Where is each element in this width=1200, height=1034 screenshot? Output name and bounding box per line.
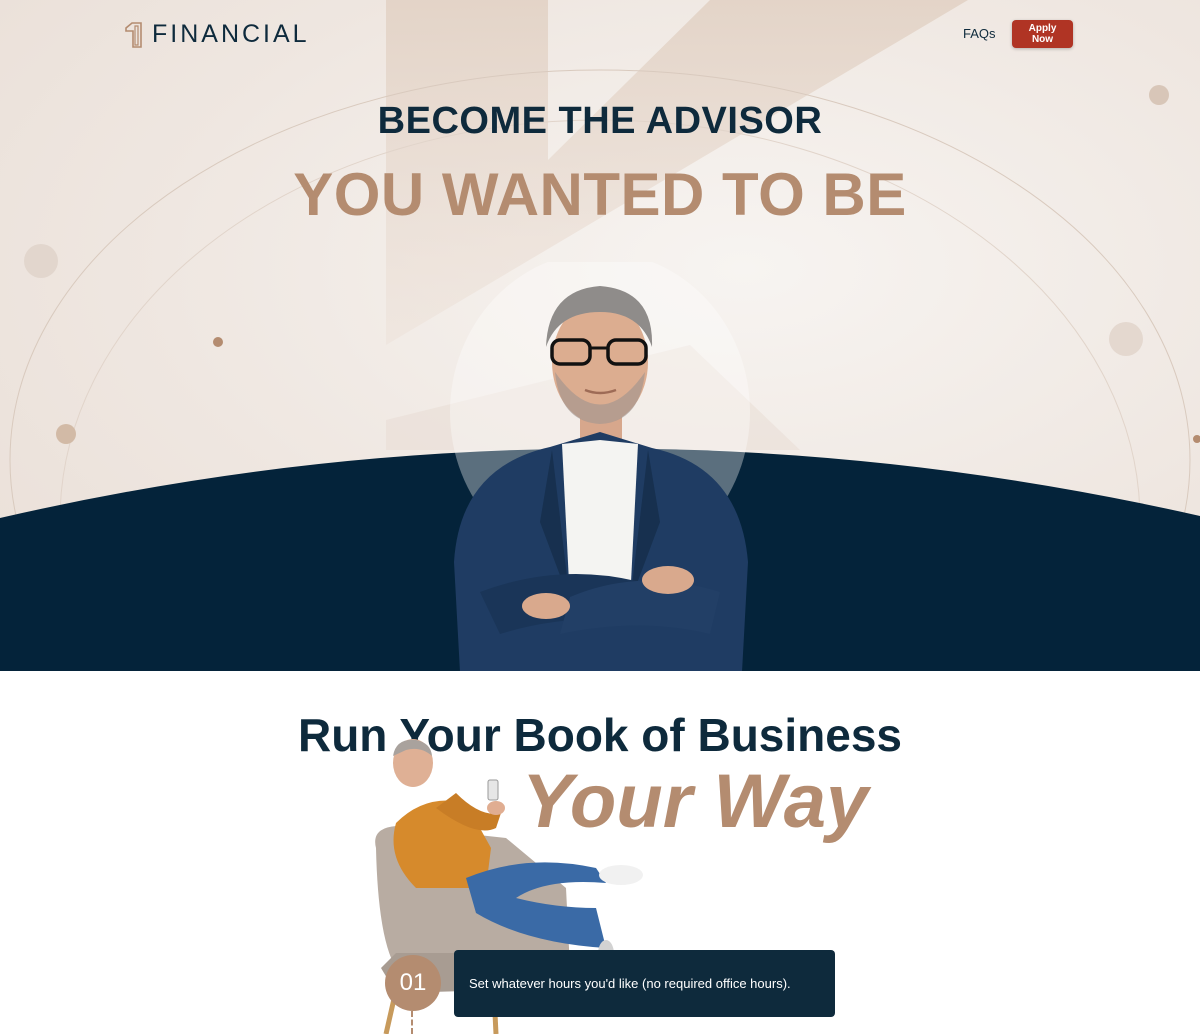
bg-dot <box>213 337 223 347</box>
nav-faqs-link[interactable]: FAQs <box>963 26 996 41</box>
number-one-logo-icon <box>125 21 142 48</box>
step-number-badge: 01 <box>385 955 441 1011</box>
brand-logo[interactable]: FINANCIAL <box>124 20 310 49</box>
step-card: Set whatever hours you'd like (no requir… <box>454 950 835 1017</box>
bg-dot <box>1193 435 1200 443</box>
bg-dot <box>1109 322 1143 356</box>
hero-subheadline: YOU WANTED TO BE <box>293 161 907 228</box>
hero-section: FINANCIAL FAQs Apply Now BECOME THE ADVI… <box>0 0 1200 671</box>
hero-headline: BECOME THE ADVISOR <box>377 100 823 142</box>
apply-now-button[interactable]: Apply Now <box>1012 20 1073 48</box>
logo-wordmark: FINANCIAL <box>152 20 310 48</box>
bg-dot <box>56 424 76 444</box>
step-text: Set whatever hours you'd like (no requir… <box>469 976 791 991</box>
section-subheadline: Your Way <box>522 759 869 844</box>
advisor-portrait-image <box>450 262 750 671</box>
step-connector-line <box>411 1011 413 1034</box>
bg-dot <box>24 244 58 278</box>
